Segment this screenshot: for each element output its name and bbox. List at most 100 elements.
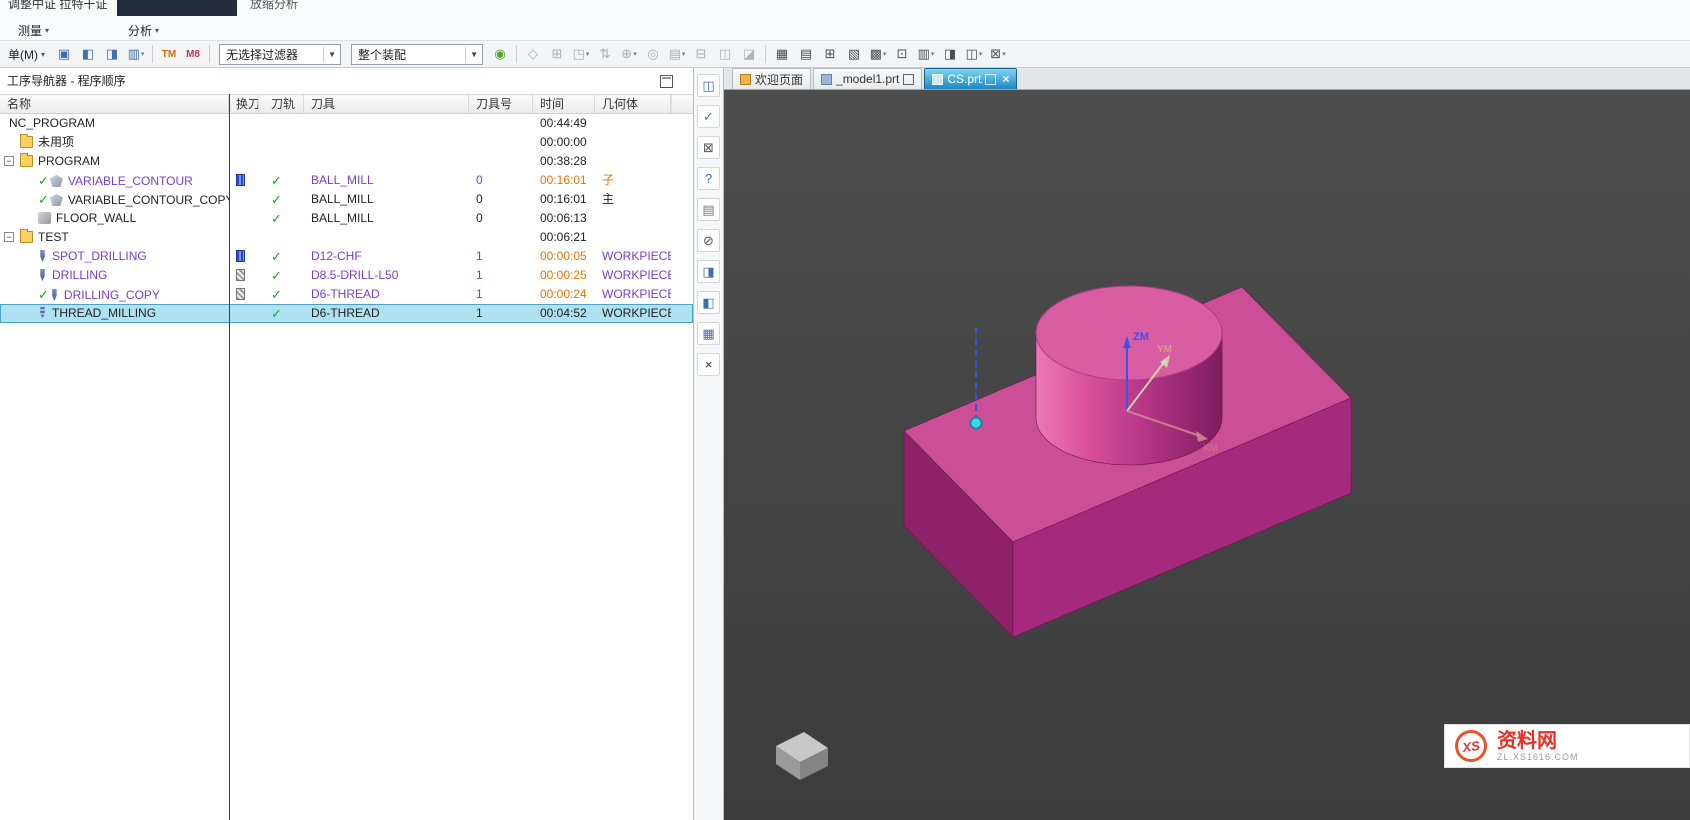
analysis-group-button[interactable]: 分析 ▾ — [128, 22, 159, 39]
chevron-down-icon: ▾ — [930, 51, 935, 58]
chevron-down-icon: ▾ — [882, 51, 887, 58]
operation-name-cell[interactable]: 未用项 — [0, 133, 229, 152]
toolbar-button-17[interactable]: ▩ ▾ — [867, 44, 889, 64]
toolbar-button-14[interactable]: ▤ — [795, 44, 817, 64]
float-tab-icon[interactable] — [985, 73, 997, 85]
operation-row-DRILLING[interactable]: DRILLING ✓ D8.5-DRILL-L50 1 00:00:25 WORKPIEC… — [0, 266, 693, 285]
float-tab-icon[interactable] — [903, 73, 915, 85]
toolbar-button-0[interactable]: ▣ — [53, 44, 75, 64]
graphics-viewport[interactable]: ZM YM XM XS 资料网 ZL.XS1616.COM — [724, 90, 1690, 820]
operation-name-cell[interactable]: FLOOR_WALL — [0, 209, 229, 228]
resource-bar-icon-2[interactable]: ✓ — [697, 105, 720, 128]
toolbar-button-6[interactable]: M8 — [182, 44, 204, 64]
tool-point-ball[interactable] — [969, 416, 983, 430]
column-header-name[interactable]: 名称 — [0, 95, 229, 113]
operation-row-TEST[interactable]: − TEST 00:06:21 — [0, 228, 693, 247]
column-header-time[interactable]: 时间 — [533, 95, 595, 113]
cylinder-top-face[interactable] — [1035, 285, 1223, 381]
column-header-tool[interactable]: 刀具 — [304, 95, 469, 113]
tab-欢迎页面[interactable]: 欢迎页面 — [732, 68, 812, 89]
toolpath-cell: ✓ — [259, 190, 304, 209]
operation-name-cell[interactable]: TEST — [0, 228, 229, 247]
resource-bar-icon-1[interactable]: ◫ — [697, 74, 720, 97]
tab-bar: 欢迎页面 _model1.prt CS.prt × — [724, 68, 1690, 90]
operation-row-THREAD_MILLING[interactable]: THREAD_MILLING ✓ D6-THREAD 1 00:04:52 WORKPIE… — [0, 304, 693, 323]
toolbar-button-18[interactable]: ⊡ — [891, 44, 913, 64]
operation-row-SPOT_DRILLING[interactable]: SPOT_DRILLING ✓ D12-CHF 1 00:00:05 WORKPIECE — [0, 247, 693, 266]
time-cell: 00:16:01 — [540, 192, 587, 206]
assembly-scope-dropdown[interactable]: 整个装配 ▼ — [351, 43, 484, 65]
resource-bar-icon-10[interactable]: × — [697, 353, 720, 376]
resource-bar-icon-7[interactable]: ◨ — [697, 260, 720, 283]
toolbar-button-22[interactable]: ⊠ ▾ — [987, 44, 1009, 64]
operation-name-cell[interactable]: THREAD_MILLING — [0, 304, 229, 323]
column-header-geometry[interactable]: 几何体 — [595, 95, 671, 113]
expand-toggle[interactable]: − — [4, 156, 14, 166]
operation-row-未用项[interactable]: 未用项 00:00:00 — [0, 133, 693, 152]
operation-row-DRILLING_COPY[interactable]: ✓ DRILLING_COPY ✓ D6-THREAD 1 00:00:24 WORKPIE… — [0, 285, 693, 304]
operation-name-cell[interactable]: ✓ VARIABLE_CONTOUR — [0, 171, 229, 190]
operation-name-cell[interactable]: PROGRAM — [0, 152, 229, 171]
toolbar-button-9[interactable]: ⊟ — [690, 44, 712, 64]
operation-row-NC_PROGRAM[interactable]: NC_PROGRAM 00:44:49 — [0, 114, 693, 133]
toolbar-button-7[interactable]: ◎ — [642, 44, 664, 64]
toolbar-button-11[interactable]: ◪ — [738, 44, 760, 64]
column-header-toolpath[interactable]: 刀轨 — [259, 95, 304, 113]
model-view[interactable]: ZM YM XM — [724, 90, 1690, 820]
toolbar-button-3[interactable]: ⊞ — [546, 44, 568, 64]
menu-button[interactable]: 单(M) ▾ — [4, 44, 52, 65]
toolbar-button-6[interactable]: ⊕ ▾ — [618, 44, 640, 64]
operation-row-VARIABLE_CONTOUR_COPY[interactable]: ✓ VARIABLE_CONTOUR_COPY ✓ BALL_MILL 0 00:16:0… — [0, 190, 693, 209]
tab-CS.prt[interactable]: CS.prt × — [924, 68, 1018, 89]
toolbar-button-10[interactable]: ◫ — [714, 44, 736, 64]
toolbar-button-16[interactable]: ▧ — [843, 44, 865, 64]
geometry-cell — [595, 152, 671, 171]
navigator-title: 工序导航器 - 程序顺序 — [7, 74, 126, 88]
close-tab-icon[interactable]: × — [1002, 72, 1009, 86]
operation-name: THREAD_MILLING — [52, 306, 157, 320]
operation-name-cell[interactable]: NC_PROGRAM — [0, 114, 229, 133]
toolbar-button-15[interactable]: ⊞ — [819, 44, 841, 64]
toolbar-button-1[interactable]: ◧ — [77, 44, 99, 64]
operation-name-cell[interactable]: DRILLING — [0, 266, 229, 285]
resource-bar-icon-9[interactable]: ▦ — [697, 322, 720, 345]
operation-name-cell[interactable]: ✓ VARIABLE_CONTOUR_COPY — [0, 190, 229, 209]
column-divider[interactable] — [229, 94, 230, 820]
folder-icon — [20, 153, 33, 167]
operation-name-cell[interactable]: SPOT_DRILLING — [0, 247, 229, 266]
toolbar-button-13[interactable]: ▦ — [771, 44, 793, 64]
operation-name-cell[interactable]: ✓ DRILLING_COPY — [0, 285, 229, 304]
operation-row-VARIABLE_CONTOUR[interactable]: ✓ VARIABLE_CONTOUR ✓ BALL_MILL 0 00:16:01 子 — [0, 171, 693, 190]
toolbar-button-20[interactable]: ◨ — [939, 44, 961, 64]
z-axis-label: ZM — [1133, 331, 1149, 343]
float-panel-button[interactable] — [660, 75, 673, 88]
drill-icon — [40, 250, 45, 262]
expand-toggle[interactable]: − — [4, 232, 14, 242]
resource-bar-icon-6[interactable]: ⊘ — [697, 229, 720, 252]
tab-_model1.prt[interactable]: _model1.prt — [813, 68, 923, 89]
column-header-toolchange[interactable]: 换刀 — [229, 95, 259, 113]
geometry-cell: WORKPIECE — [602, 306, 671, 320]
resource-bar-icon-5[interactable]: ▤ — [697, 198, 720, 221]
measure-group-button[interactable]: 测量 ▾ — [18, 22, 49, 39]
resource-bar-icon-8[interactable]: ◧ — [697, 291, 720, 314]
toolbar-button-8[interactable]: ▤ ▾ — [666, 44, 688, 64]
resource-bar-icon-3[interactable]: ⊠ — [697, 136, 720, 159]
column-header-toolno[interactable]: 刀具号 — [469, 95, 533, 113]
operation-row-PROGRAM[interactable]: − PROGRAM 00:38:28 — [0, 152, 693, 171]
part-cylinder[interactable] — [1035, 285, 1223, 466]
toolbar-button-5[interactable]: ⇅ — [594, 44, 616, 64]
toolbar-button-19[interactable]: ▥ ▾ — [915, 44, 937, 64]
toolbar-button-2[interactable]: ◨ — [101, 44, 123, 64]
toolbar-button-0[interactable]: ◉ — [489, 44, 511, 64]
toolno-cell: 1 — [476, 268, 483, 282]
resource-bar-icon-4[interactable]: ? — [697, 167, 720, 190]
watermark: XS 资料网 ZL.XS1616.COM — [1444, 724, 1690, 768]
toolbar-button-3[interactable]: ▥ ▾ — [125, 44, 147, 64]
operation-row-FLOOR_WALL[interactable]: FLOOR_WALL ✓ BALL_MILL 0 00:06:13 — [0, 209, 693, 228]
selection-filter-dropdown[interactable]: 无选择过滤器 ▼ — [219, 43, 342, 65]
toolbar-button-2[interactable]: ◇ — [522, 44, 544, 64]
toolbar-button-21[interactable]: ◫ ▾ — [963, 44, 985, 64]
toolbar-button-4[interactable]: ◳ ▾ — [570, 44, 592, 64]
toolbar-button-5[interactable]: TM — [158, 44, 180, 64]
